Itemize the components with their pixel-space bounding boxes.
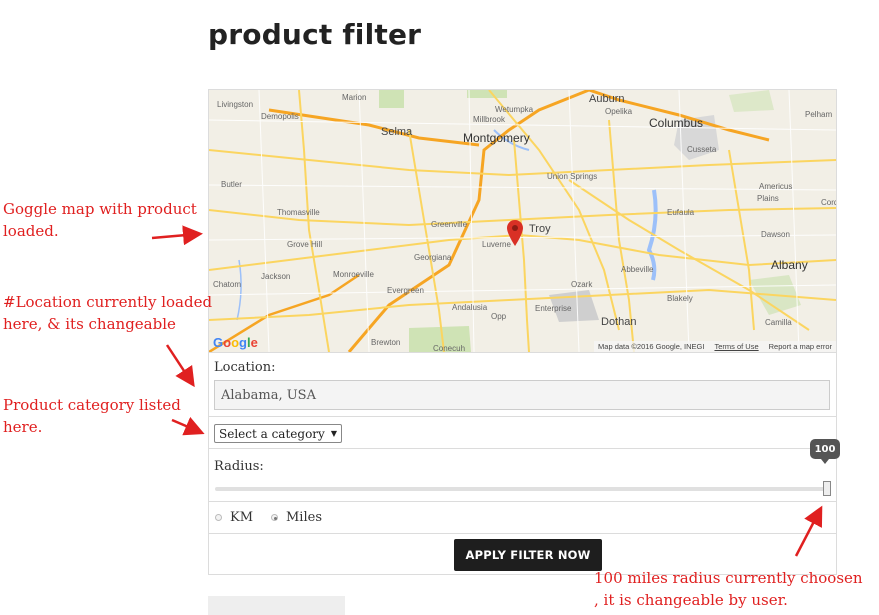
map-city-label: Thomasville xyxy=(277,208,320,217)
category-row: Select a category ▼ xyxy=(209,416,836,448)
map-city-label: Troy xyxy=(529,223,551,235)
location-label: Location: xyxy=(214,360,276,375)
annotation-text: #Location currently loaded xyxy=(3,293,213,311)
annotation-text: Goggle map with product xyxy=(3,200,197,218)
map-city-label: Georgiana xyxy=(414,253,452,262)
map-city-label: Enterprise xyxy=(535,304,572,313)
terms-of-use-link[interactable]: Terms of Use xyxy=(714,342,758,351)
map-city-label: Pelham xyxy=(805,110,833,119)
location-input[interactable] xyxy=(214,380,830,410)
dropdown-arrow-icon: ▼ xyxy=(330,429,337,438)
map-city-label: Columbus xyxy=(649,116,704,130)
miles-label: Miles xyxy=(286,510,322,525)
map-city-label: Chatom xyxy=(213,280,242,289)
map-city-label: Selma xyxy=(381,126,413,138)
category-select[interactable]: Select a category ▼ xyxy=(214,424,342,443)
map-city-label: Plains xyxy=(757,194,779,203)
map-pin-icon[interactable] xyxy=(507,220,523,246)
product-filter-widget: Livingston Marion Demopolis Selma Montgo… xyxy=(208,89,840,575)
km-label: KM xyxy=(230,510,254,525)
map-city-label: Greenville xyxy=(431,220,468,229)
map-data-credit: Map data ©2016 Google, INEGI xyxy=(598,342,705,351)
map-city-label: Andalusia xyxy=(452,303,488,312)
unit-miles-option[interactable]: Miles xyxy=(271,510,322,525)
map-city-label: Union Springs xyxy=(547,172,598,181)
map-city-label: Opelika xyxy=(605,107,633,116)
annotation-text: loaded. xyxy=(3,222,59,240)
map-city-label: Eufaula xyxy=(667,208,695,217)
radius-slider-handle[interactable] xyxy=(823,481,831,496)
location-row: Location: xyxy=(209,352,836,416)
km-radio-button[interactable] xyxy=(215,514,222,521)
map-city-label: Opp xyxy=(491,312,507,321)
map-city-label: Cusseta xyxy=(687,145,717,154)
map-city-label: Camilla xyxy=(765,318,792,327)
map-city-label: Jackson xyxy=(261,272,291,281)
map-city-label: Wetumpka xyxy=(495,105,534,114)
radius-value-tooltip: 100 xyxy=(810,439,840,464)
annotation-text: 100 miles radius currently choosen xyxy=(594,569,863,587)
map-city-label: Marion xyxy=(342,93,367,102)
category-select-value: Select a category xyxy=(219,426,325,441)
map-city-label: Cord xyxy=(821,198,836,207)
units-row: KM Miles xyxy=(209,501,836,533)
annotation-map: Goggle map with product loaded. xyxy=(3,198,197,242)
map-city-label: Ozark xyxy=(571,280,593,289)
map-city-label: Demopolis xyxy=(261,112,299,121)
radius-row: Radius: 100 xyxy=(209,439,840,501)
map-city-label: Millbrook xyxy=(473,115,506,124)
map-city-label: Blakely xyxy=(667,294,693,303)
unit-km-option[interactable]: KM xyxy=(215,510,253,525)
map-city-label: Conecuh xyxy=(433,344,466,352)
map-city-label: Monroeville xyxy=(333,270,374,279)
map-city-label: Auburn xyxy=(589,93,625,105)
map-city-label: Grove Hill xyxy=(287,240,323,249)
miles-radio-button[interactable] xyxy=(271,514,278,521)
annotation-text: Product category listed xyxy=(3,396,181,414)
annotation-location: #Location currently loaded here, & its c… xyxy=(3,291,212,335)
map-city-label: Livingston xyxy=(217,100,254,109)
google-map[interactable]: Livingston Marion Demopolis Selma Montgo… xyxy=(209,90,836,352)
map-city-label: Butler xyxy=(221,180,242,189)
map-city-label: Albany xyxy=(771,258,808,272)
radius-slider-track[interactable] xyxy=(215,487,831,491)
apply-filter-button[interactable]: APPLY FILTER NOW xyxy=(454,539,602,571)
map-city-label: Dothan xyxy=(601,316,637,328)
annotation-text: here. xyxy=(3,418,43,436)
map-city-label: Americus xyxy=(759,182,793,191)
arrow-icon xyxy=(165,344,195,388)
annotation-text: , it is changeable by user. xyxy=(594,591,788,609)
map-city-label: Dawson xyxy=(761,230,790,239)
map-city-label: Brewton xyxy=(371,338,401,347)
page-title: product filter xyxy=(208,18,422,51)
map-city-label: Montgomery xyxy=(463,131,530,145)
radius-label: Radius: xyxy=(214,459,264,474)
annotation-category: Product category listed here. xyxy=(3,394,181,438)
google-logo: Google xyxy=(213,335,258,350)
map-city-label: Evergreen xyxy=(387,286,424,295)
product-thumbnail xyxy=(208,596,345,615)
map-attribution: Map data ©2016 Google, INEGI Terms of Us… xyxy=(594,341,836,352)
report-map-error-link[interactable]: Report a map error xyxy=(769,342,832,351)
annotation-radius: 100 miles radius currently choosen , it … xyxy=(594,567,863,611)
map-city-label: Abbeville xyxy=(621,265,654,274)
annotation-text: here, & its changeable xyxy=(3,315,176,333)
